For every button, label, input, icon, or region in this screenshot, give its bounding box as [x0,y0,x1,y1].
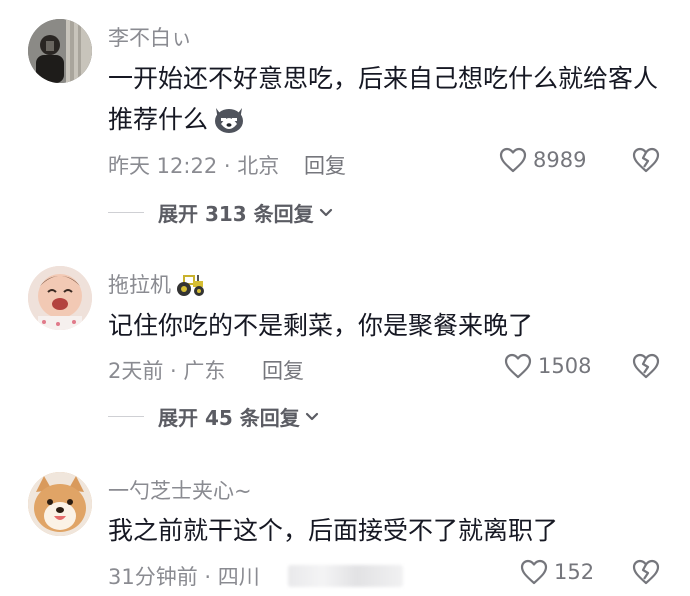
chevron-down-icon [319,208,332,216]
avatar[interactable] [28,266,92,330]
time-location: 31分钟前 · 四川 [108,565,260,589]
blurred-reply-button [288,565,403,587]
comment-text: 记住你吃的不是剩菜，你是聚餐来晚了 [108,311,534,340]
heart-outline-icon [504,353,532,379]
broken-heart-icon [632,353,660,379]
like-count: 1508 [538,354,592,378]
username[interactable]: 李不白ぃ [108,22,192,52]
dislike-button[interactable] [632,353,660,383]
time-location: 2天前 · 广东 [108,359,226,383]
username[interactable]: 拖拉机 [108,269,205,302]
like-count: 8989 [533,148,587,172]
divider [108,212,144,213]
expand-replies-button[interactable]: 展开 313 条回复 [108,198,334,227]
dislike-button[interactable] [632,147,660,177]
reply-button[interactable]: 回复 [304,150,346,180]
like-button[interactable]: 1508 [504,353,591,379]
reply-button[interactable]: 回复 [262,355,304,385]
dislike-button[interactable] [632,559,660,589]
username-text: 拖拉机 [108,273,171,297]
username[interactable]: 一勺芝士夹心~ [108,475,252,505]
comment-text: 一开始还不好意思吃，后来自己想吃什么就给客人推荐什么 [108,58,663,146]
expand-label: 展开 313 条回复 [158,202,314,226]
chevron-down-icon [305,412,318,420]
expand-replies-button[interactable]: 展开 45 条回复 [108,402,320,431]
comment-text: 我之前就干这个，后面接受不了就离职了 [108,516,559,545]
comment-body: 一开始还不好意思吃，后来自己想吃什么就给客人推荐什么 [108,64,659,134]
expand-label: 展开 45 条回复 [158,406,300,430]
heart-outline-icon [520,559,548,585]
avatar[interactable] [28,19,92,83]
husky-emoji-icon [212,104,246,146]
like-button[interactable]: 152 [520,559,594,585]
like-button[interactable]: 8989 [499,147,586,173]
broken-heart-icon [632,147,660,173]
tractor-emoji-icon [175,271,205,302]
broken-heart-icon [632,559,660,585]
heart-outline-icon [499,147,527,173]
divider [108,416,144,417]
time-location: 昨天 12:22 · 北京 [108,154,280,178]
like-count: 152 [554,560,595,584]
avatar[interactable] [28,472,92,536]
